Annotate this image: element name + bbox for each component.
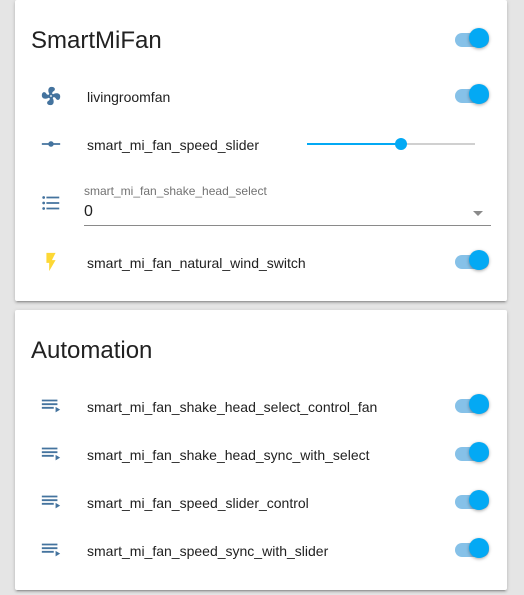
ray-vertex-icon [40, 133, 62, 155]
card-title: SmartMiFan [31, 27, 162, 54]
automation-toggle[interactable] [453, 392, 491, 420]
livingroomfan-toggle[interactable] [453, 82, 491, 110]
automation-label: smart_mi_fan_speed_sync_with_slider [87, 543, 329, 559]
select-value: 0 [84, 203, 93, 220]
smartmifan-card: SmartMiFan livingroomfan smart_mi_fan_sp… [15, 0, 507, 301]
speed-slider[interactable] [307, 134, 475, 154]
playlist-play-icon [40, 395, 62, 417]
automation-label: smart_mi_fan_speed_slider_control [87, 495, 309, 511]
toggle-thumb [469, 538, 489, 558]
flash-icon [40, 251, 62, 273]
automation-toggle[interactable] [453, 440, 491, 468]
entity-label-natural-wind: smart_mi_fan_natural_wind_switch [87, 255, 306, 271]
select-caption: smart_mi_fan_shake_head_select [84, 184, 267, 198]
playlist-play-icon [40, 539, 62, 561]
format-list-bulleted-icon [40, 192, 62, 214]
entity-label-speed-slider: smart_mi_fan_speed_slider [87, 137, 259, 153]
automation-label: smart_mi_fan_shake_head_sync_with_select [87, 447, 370, 463]
slider-fill [307, 143, 402, 145]
toggle-thumb [469, 490, 489, 510]
toggle-thumb [469, 28, 489, 48]
playlist-play-icon [40, 443, 62, 465]
shake-head-select[interactable]: smart_mi_fan_shake_head_select 0 [84, 182, 491, 226]
toggle-thumb [469, 442, 489, 462]
automation-toggle[interactable] [453, 488, 491, 516]
natural-wind-toggle[interactable] [453, 248, 491, 276]
slider-knob[interactable] [395, 138, 408, 150]
select-underline [84, 225, 491, 226]
chevron-down-icon[interactable] [473, 211, 483, 216]
toggle-thumb [469, 394, 489, 414]
entity-label-livingroomfan: livingroomfan [87, 89, 171, 105]
automation-card: Automation smart_mi_fan_shake_head_selec… [15, 310, 507, 590]
playlist-play-icon [40, 491, 62, 513]
fan-icon [40, 85, 62, 107]
card-title: Automation [31, 337, 153, 364]
automation-toggle[interactable] [453, 536, 491, 564]
toggle-thumb [469, 250, 489, 270]
toggle-thumb [469, 84, 489, 104]
smartmifan-group-toggle[interactable] [453, 26, 491, 54]
automation-label: smart_mi_fan_shake_head_select_control_f… [87, 399, 378, 415]
